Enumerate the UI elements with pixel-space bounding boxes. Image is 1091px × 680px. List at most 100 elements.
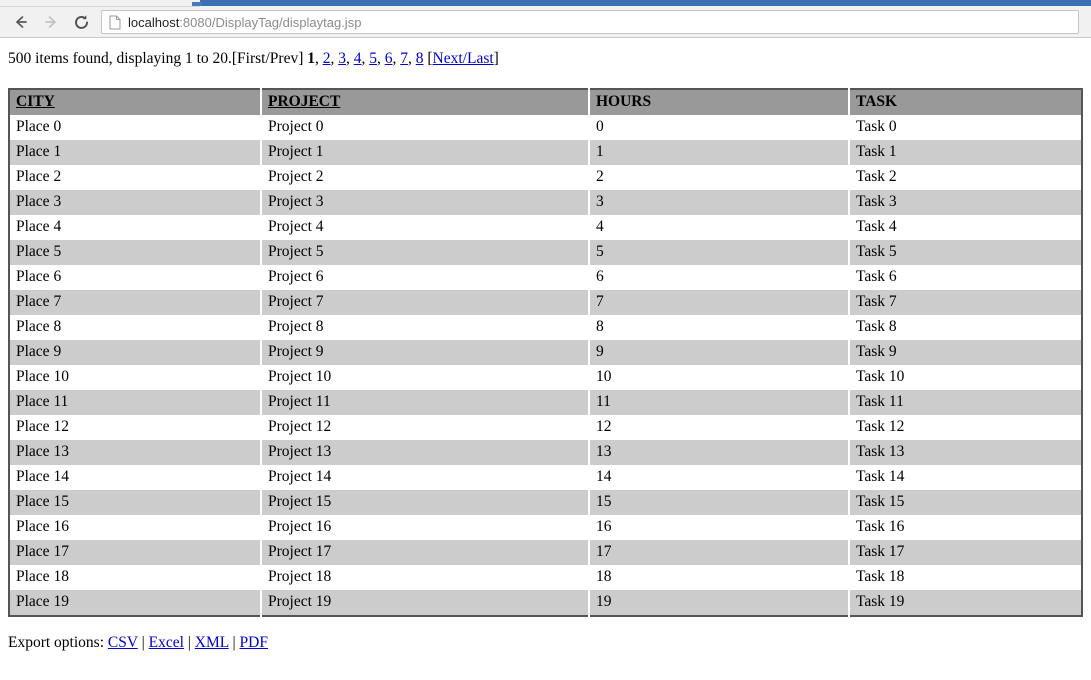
export-link-csv[interactable]: CSV	[108, 634, 138, 651]
table-row: Place 0 Project 0 0 Task 0	[9, 115, 1082, 140]
address-bar-url: localhost:8080/DisplayTag/displaytag.jsp	[128, 15, 361, 30]
table-body: Place 0 Project 0 0 Task 0 Place 1 Project 11…	[9, 115, 1082, 616]
cell-project: Project 15	[261, 490, 590, 515]
cell-task: Task 19	[849, 590, 1082, 616]
cell-task: Task 12	[849, 415, 1082, 440]
table-row: Place 10 Project 10 10 Task 10	[9, 365, 1082, 390]
export-separator: |	[228, 634, 236, 651]
page-link-3[interactable]: 3	[338, 50, 346, 67]
table-row: Place 1 Project 1 1 Task 1	[9, 140, 1082, 165]
cell-project: Project 11	[261, 390, 590, 415]
cell-hours: 3	[589, 190, 850, 215]
cell-hours: 0	[589, 115, 850, 140]
page-link-7[interactable]: 7	[400, 50, 408, 67]
table-row: Place 14 Project 14 14 Task 14	[9, 465, 1082, 490]
address-bar-host: localhost	[128, 14, 180, 30]
display-tag-table: CITY PROJECT HOURS TASK Place 0 Project 0…	[8, 88, 1083, 617]
column-header-task: TASK	[849, 89, 1082, 115]
cell-hours: 12	[589, 415, 850, 440]
cell-task: Task 1	[849, 140, 1082, 165]
page-link-2[interactable]: 2	[323, 50, 331, 67]
back-button[interactable]	[6, 9, 36, 35]
reload-icon	[72, 13, 91, 32]
page-link-4[interactable]: 4	[354, 50, 362, 67]
data-table-wrapper: CITY PROJECT HOURS TASK Place 0 Project 0…	[8, 88, 1083, 617]
cell-city: Place 12	[9, 415, 262, 440]
reload-button[interactable]	[66, 9, 96, 35]
column-header-city[interactable]: CITY	[9, 89, 262, 115]
pagination-links: , 2, 3, 4, 5, 6, 7, 8	[314, 50, 424, 67]
export-options-label: Export options:	[8, 634, 105, 651]
cell-hours: 16	[589, 515, 850, 540]
export-options: Export options: CSV | Excel | XML | PDF	[8, 617, 1083, 652]
cell-task: Task 6	[849, 265, 1082, 290]
cell-task: Task 10	[849, 365, 1082, 390]
page-link-current: 1	[307, 50, 315, 67]
cell-task: Task 16	[849, 515, 1082, 540]
cell-city: Place 13	[9, 440, 262, 465]
table-row: Place 11 Project 11 11 Task 11	[9, 390, 1082, 415]
export-link-excel[interactable]: Excel	[149, 634, 184, 651]
export-link-xml[interactable]: XML	[195, 634, 229, 651]
next-last-group: [Next/Last]	[427, 50, 498, 67]
cell-project: Project 19	[261, 590, 590, 616]
cell-project: Project 6	[261, 265, 590, 290]
export-links: CSV | Excel | XML | PDF	[104, 634, 268, 651]
table-row: Place 16 Project 16 16 Task 16	[9, 515, 1082, 540]
cell-hours: 9	[589, 340, 850, 365]
cell-project: Project 10	[261, 365, 590, 390]
last-link[interactable]: Last	[467, 50, 494, 67]
cell-city: Place 6	[9, 265, 262, 290]
cell-city: Place 1	[9, 140, 262, 165]
cell-hours: 13	[589, 440, 850, 465]
column-header-city-label[interactable]: CITY	[16, 93, 55, 110]
table-row: Place 15 Project 15 15 Task 15	[9, 490, 1082, 515]
table-row: Place 8 Project 8 8 Task 8	[9, 315, 1082, 340]
page-content: 500 items found, displaying 1 to 20.[Fir…	[0, 38, 1091, 652]
table-header-row: CITY PROJECT HOURS TASK	[9, 89, 1082, 115]
cell-task: Task 17	[849, 540, 1082, 565]
column-header-project-label[interactable]: PROJECT	[268, 93, 340, 110]
cell-city: Place 0	[9, 115, 262, 140]
cell-task: Task 11	[849, 390, 1082, 415]
active-tab-strip[interactable]	[192, 0, 1091, 6]
cell-project: Project 18	[261, 565, 590, 590]
cell-task: Task 8	[849, 315, 1082, 340]
cell-city: Place 18	[9, 565, 262, 590]
table-row: Place 6 Project 6 6 Task 6	[9, 265, 1082, 290]
export-separator: |	[183, 634, 191, 651]
cell-project: Project 3	[261, 190, 590, 215]
cell-task: Task 18	[849, 565, 1082, 590]
forward-button[interactable]	[36, 9, 66, 35]
cell-hours: 8	[589, 315, 850, 340]
cell-city: Place 3	[9, 190, 262, 215]
cell-hours: 6	[589, 265, 850, 290]
column-header-project[interactable]: PROJECT	[261, 89, 590, 115]
table-header: CITY PROJECT HOURS TASK	[9, 89, 1082, 115]
cell-project: Project 0	[261, 115, 590, 140]
browser-toolbar: localhost:8080/DisplayTag/displaytag.jsp	[0, 7, 1091, 37]
cell-project: Project 1	[261, 140, 590, 165]
cell-hours: 4	[589, 215, 850, 240]
cell-project: Project 2	[261, 165, 590, 190]
cell-hours: 14	[589, 465, 850, 490]
page-link-6[interactable]: 6	[385, 50, 393, 67]
page-link-8[interactable]: 8	[416, 50, 424, 67]
cell-city: Place 11	[9, 390, 262, 415]
address-bar[interactable]: localhost:8080/DisplayTag/displaytag.jsp	[101, 10, 1079, 34]
cell-city: Place 19	[9, 590, 262, 616]
table-row: Place 18 Project 18 18 Task 18	[9, 565, 1082, 590]
cell-project: Project 8	[261, 315, 590, 340]
page-link-5[interactable]: 5	[369, 50, 377, 67]
next-link[interactable]: Next	[433, 50, 463, 67]
cell-city: Place 4	[9, 215, 262, 240]
cell-task: Task 2	[849, 165, 1082, 190]
cell-task: Task 5	[849, 240, 1082, 265]
cell-hours: 18	[589, 565, 850, 590]
cell-project: Project 5	[261, 240, 590, 265]
column-header-hours: HOURS	[589, 89, 850, 115]
cell-project: Project 14	[261, 465, 590, 490]
table-row: Place 4 Project 4 4 Task 4	[9, 215, 1082, 240]
cell-hours: 19	[589, 590, 850, 616]
export-link-pdf[interactable]: PDF	[240, 634, 268, 651]
